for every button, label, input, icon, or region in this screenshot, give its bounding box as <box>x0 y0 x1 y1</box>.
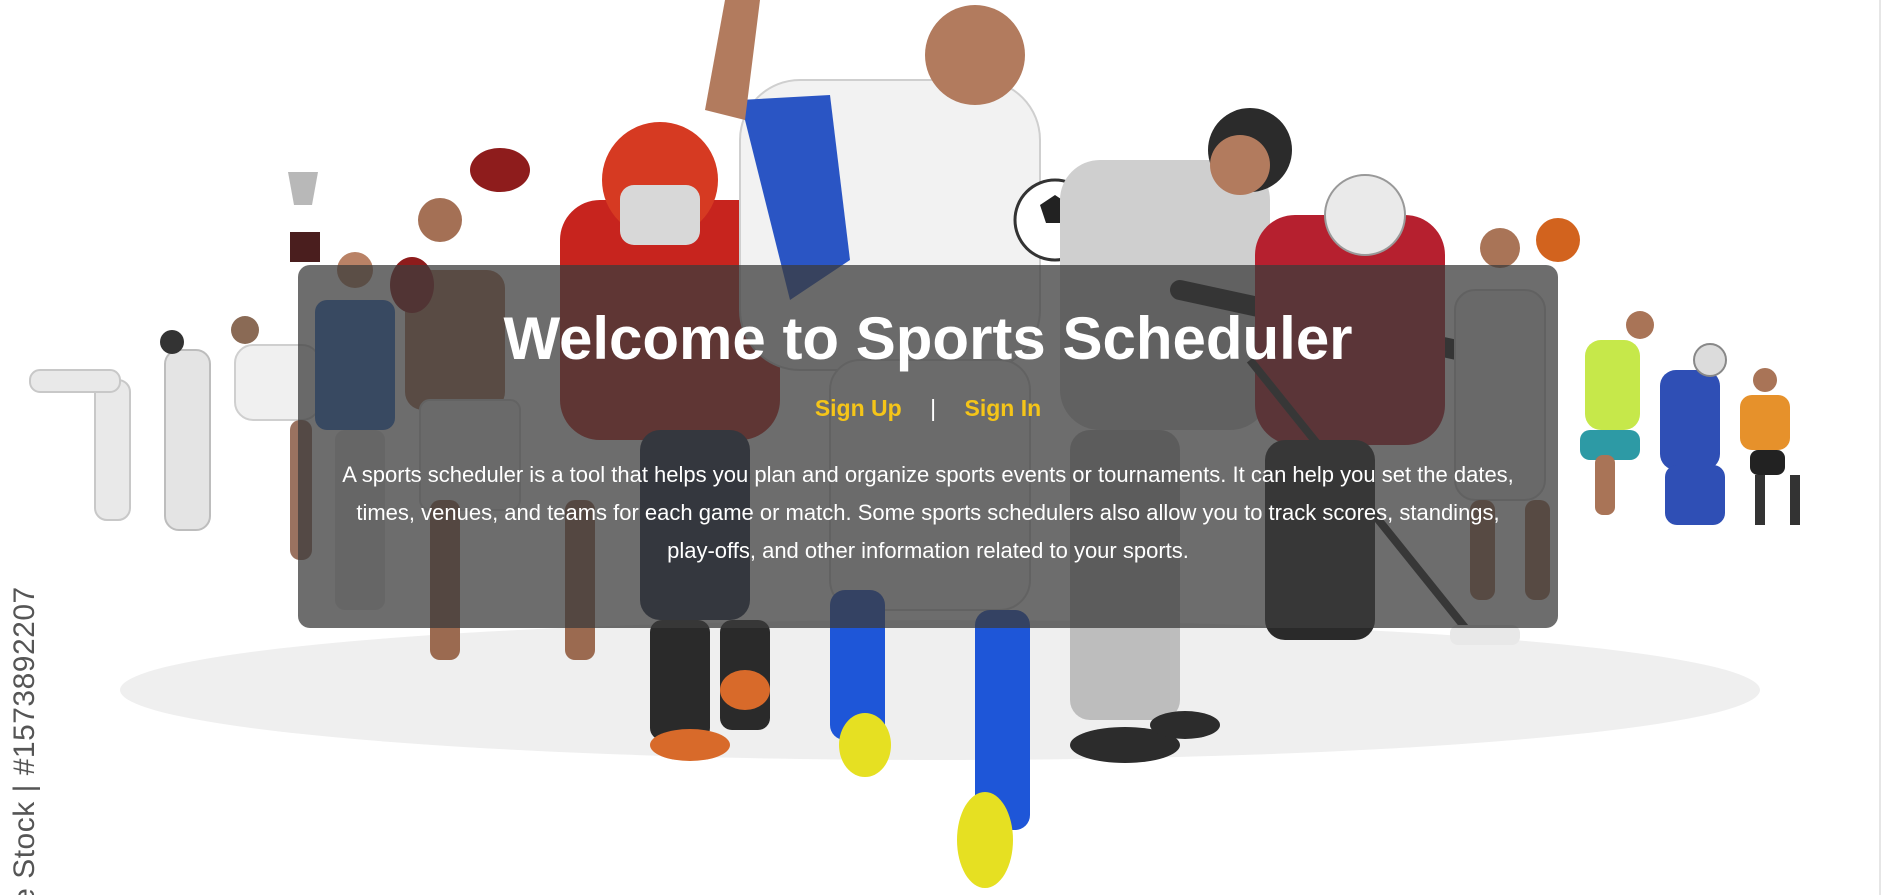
sign-in-link[interactable]: Sign In <box>964 395 1041 421</box>
hero-description: A sports scheduler is a tool that helps … <box>342 462 1514 563</box>
hero-card: Welcome to Sports Scheduler Sign Up | Si… <box>298 265 1558 628</box>
landing-page: be Stock | #1573892207 Welcome to Sports… <box>0 0 1887 895</box>
page-title: Welcome to Sports Scheduler <box>503 305 1353 372</box>
sign-up-link[interactable]: Sign Up <box>815 395 902 421</box>
auth-links: Sign Up | Sign In <box>298 395 1558 422</box>
stock-watermark-text: be Stock | #1573892207 <box>8 586 41 895</box>
auth-links-separator: | <box>930 395 937 421</box>
page-right-border <box>1879 0 1881 895</box>
